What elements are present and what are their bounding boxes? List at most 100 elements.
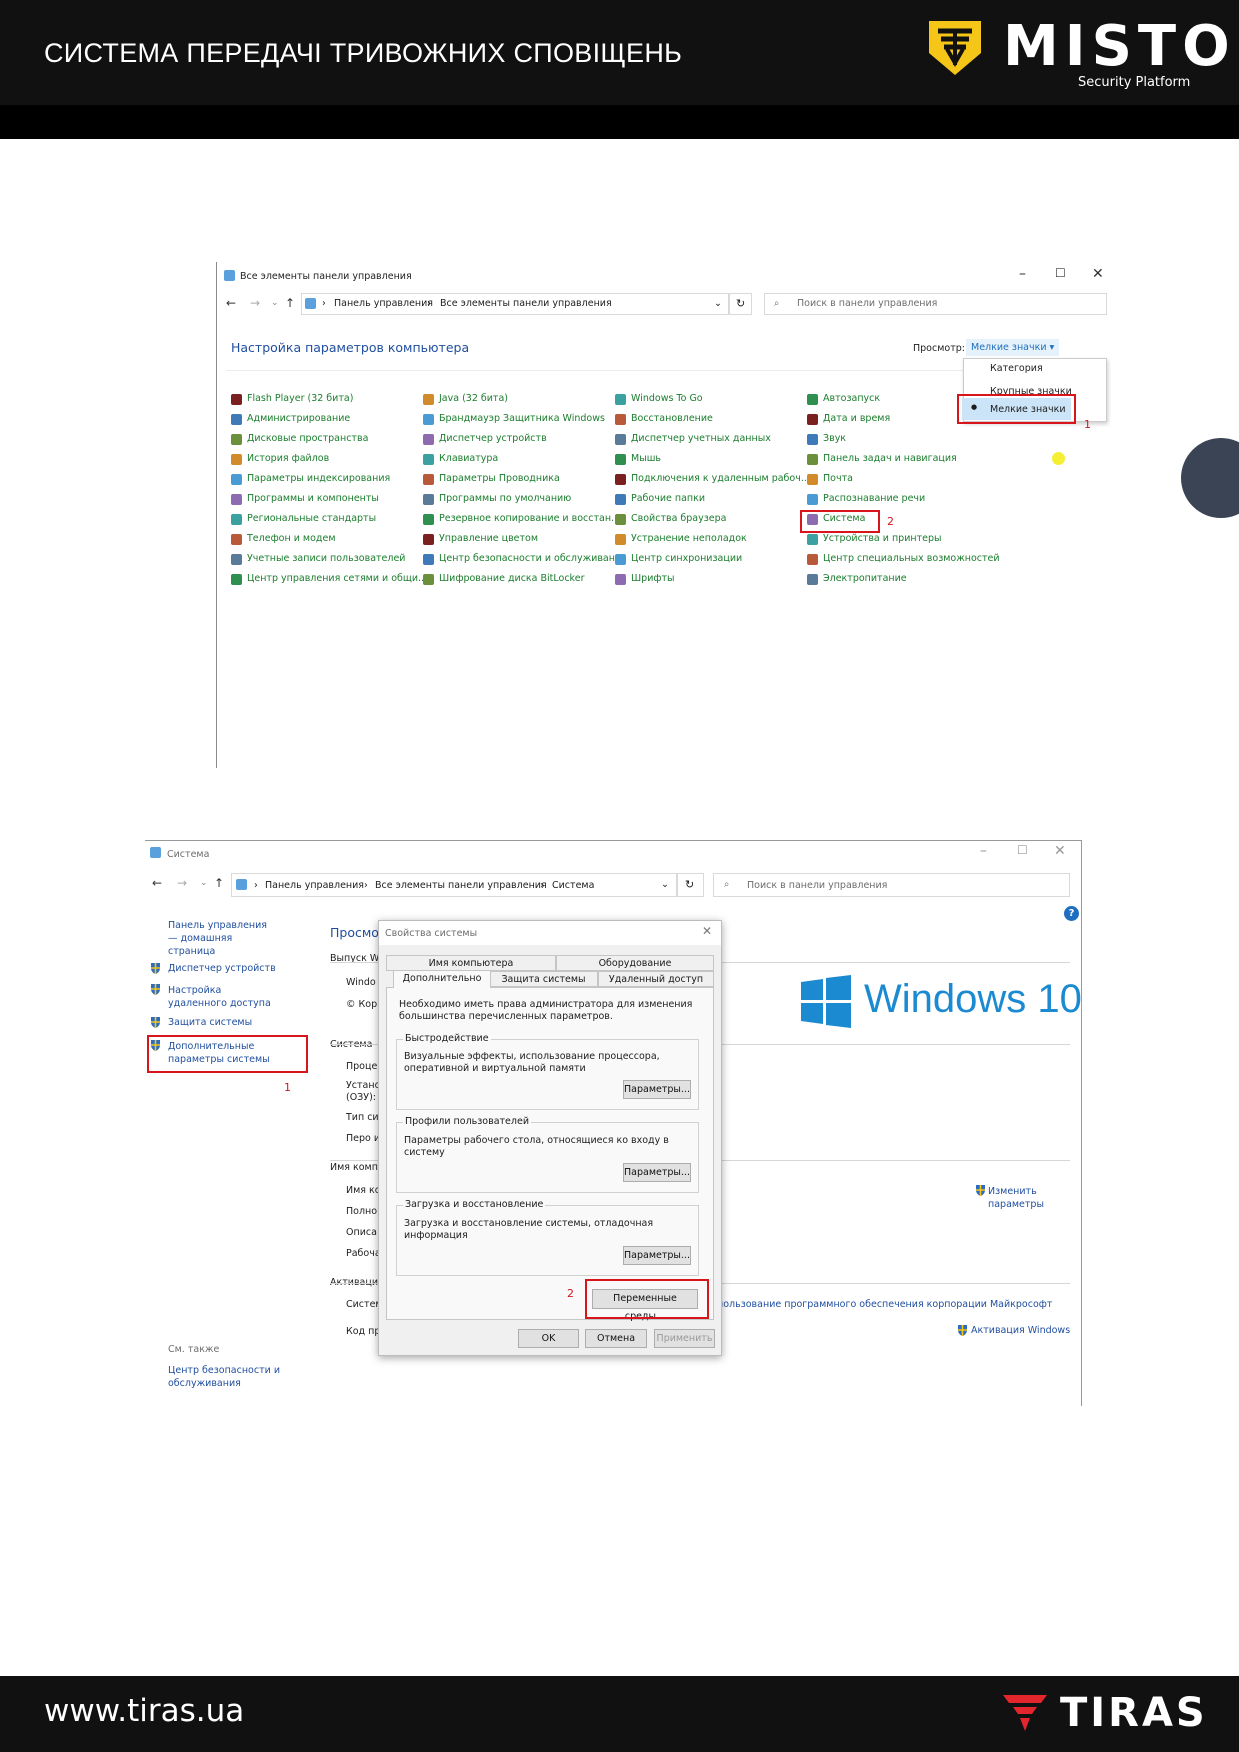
control-panel-item[interactable]: Центр безопасности и обслуживан...	[439, 553, 624, 564]
control-panel-item[interactable]: Мышь	[631, 453, 661, 464]
control-panel-item[interactable]: Распознавание речи	[823, 493, 925, 504]
footer-url[interactable]: www.tiras.ua	[44, 1693, 244, 1729]
control-panel-item[interactable]: Шифрование диска BitLocker	[439, 573, 584, 584]
step-marker: 1	[1084, 418, 1091, 431]
back-arrow-icon[interactable]: ←	[226, 296, 236, 310]
ok-button[interactable]: OK	[518, 1329, 579, 1348]
tab-advanced[interactable]: Дополнительно	[393, 970, 491, 988]
breadcrumb-item[interactable]: Система	[552, 880, 594, 891]
control-panel-item[interactable]: Диспетчер устройств	[439, 433, 547, 444]
license-link[interactable]: пользование программного обеспечения кор…	[717, 1299, 1052, 1310]
control-panel-item-icon	[807, 394, 818, 405]
control-panel-item-icon	[615, 514, 626, 525]
control-panel-item[interactable]: Параметры Проводника	[439, 473, 560, 484]
minimize-icon[interactable]: –	[1019, 266, 1026, 282]
back-arrow-icon[interactable]: ←	[152, 876, 162, 890]
control-panel-item[interactable]: Рабочие папки	[631, 493, 705, 504]
minimize-icon[interactable]: –	[980, 843, 987, 859]
sidebar-item-remote-settings[interactable]: Настройка удаленного доступа	[168, 984, 278, 1010]
view-dropdown[interactable]: Мелкие значки ▾	[966, 339, 1060, 356]
activation-link[interactable]: Активация Windows	[971, 1325, 1070, 1336]
control-panel-item[interactable]: Java (32 бита)	[439, 393, 508, 404]
see-also-security-link[interactable]: Центр безопасности и обслуживания	[168, 1364, 288, 1390]
recent-chevron-icon[interactable]: ⌄	[271, 298, 279, 308]
windows-logo-icon	[801, 975, 851, 1028]
control-panel-item[interactable]: Панель задач и навигация	[823, 453, 957, 464]
control-panel-item[interactable]: Восстановление	[631, 413, 713, 424]
up-arrow-icon[interactable]: ↑	[285, 296, 295, 310]
control-panel-item-icon	[423, 394, 434, 405]
control-panel-item[interactable]: Управление цветом	[439, 533, 538, 544]
chevron-down-icon[interactable]: ⌄	[661, 879, 669, 890]
group-title: Быстродействие	[403, 1033, 491, 1044]
up-arrow-icon[interactable]: ↑	[214, 876, 224, 890]
cancel-button[interactable]: Отмена	[585, 1329, 647, 1348]
control-panel-item[interactable]: Клавиатура	[439, 453, 498, 464]
control-panel-item[interactable]: Почта	[823, 473, 853, 484]
control-panel-item[interactable]: Центр синхронизации	[631, 553, 742, 564]
breadcrumb-sep-icon: ›	[364, 880, 368, 891]
control-panel-item[interactable]: Устранение неполадок	[631, 533, 747, 544]
help-icon[interactable]: ?	[1064, 906, 1079, 921]
change-settings-link[interactable]: Изменить параметры	[988, 1185, 1058, 1211]
profiles-settings-button[interactable]: Параметры...	[623, 1163, 691, 1182]
control-panel-item-icon	[231, 494, 242, 505]
system-info-row: Проце	[346, 1061, 378, 1072]
control-panel-item[interactable]: Windows To Go	[631, 393, 703, 404]
tab-remote[interactable]: Удаленный доступ	[598, 971, 714, 987]
system-info-row: Windo	[346, 977, 376, 988]
control-panel-item[interactable]: Свойства браузера	[631, 513, 727, 524]
apply-button[interactable]: Применить	[654, 1329, 715, 1348]
tab-computer-name[interactable]: Имя компьютера	[386, 955, 556, 971]
view-menu-item[interactable]: Категория	[990, 363, 1043, 374]
forward-arrow-icon[interactable]: →	[250, 296, 260, 310]
control-panel-item[interactable]: Подключения к удаленным рабоч...	[631, 473, 810, 484]
control-panel-item[interactable]: Региональные стандарты	[247, 513, 376, 524]
system-info-row: Перо и	[346, 1133, 381, 1144]
control-panel-item[interactable]: История файлов	[247, 453, 329, 464]
control-panel-item[interactable]: Центр специальных возможностей	[823, 553, 1000, 564]
control-panel-item[interactable]: Параметры индексирования	[247, 473, 390, 484]
control-panel-item[interactable]: Flash Player (32 бита)	[247, 393, 353, 404]
control-panel-item[interactable]: Шрифты	[631, 573, 675, 584]
dialog-close-icon[interactable]: ✕	[702, 924, 712, 938]
control-panel-item[interactable]: Диспетчер учетных данных	[631, 433, 771, 444]
maximize-icon[interactable]: ☐	[1055, 266, 1066, 280]
system-info-row: Имя ко	[346, 1185, 381, 1196]
control-panel-item[interactable]: Телефон и модем	[247, 533, 335, 544]
control-panel-item[interactable]: Программы и компоненты	[247, 493, 379, 504]
chevron-down-icon[interactable]: ⌄	[714, 298, 722, 309]
breadcrumb-item[interactable]: Панель управления	[334, 298, 433, 309]
forward-arrow-icon[interactable]: →	[177, 876, 187, 890]
control-panel-item[interactable]: Дата и время	[823, 413, 890, 424]
close-icon[interactable]: ✕	[1092, 266, 1104, 282]
startup-settings-button[interactable]: Параметры...	[623, 1246, 691, 1265]
control-panel-item[interactable]: Звук	[823, 433, 846, 444]
sidebar-home-link[interactable]: Панель управления — домашняя страница	[168, 919, 278, 958]
system-info-row: Код пр	[346, 1326, 381, 1337]
control-panel-item[interactable]: Автозапуск	[823, 393, 880, 404]
control-panel-item[interactable]: Администрирование	[247, 413, 350, 424]
sidebar-item-device-manager[interactable]: Диспетчер устройств	[168, 963, 276, 974]
sidebar-item-system-protection[interactable]: Защита системы	[168, 1017, 252, 1028]
misto-logo-text: MISTO	[1003, 14, 1236, 79]
control-panel-item[interactable]: Устройства и принтеры	[823, 533, 942, 544]
control-panel-item[interactable]: Программы по умолчанию	[439, 493, 571, 504]
control-panel-item[interactable]: Брандмауэр Защитника Windows	[439, 413, 605, 424]
control-panel-item[interactable]: Центр управления сетями и общи...	[247, 573, 427, 584]
see-also-label: См. также	[168, 1344, 220, 1355]
maximize-icon[interactable]: ☐	[1017, 843, 1028, 857]
control-panel-item[interactable]: Электропитание	[823, 573, 907, 584]
breadcrumb-item[interactable]: Все элементы панели управления	[440, 298, 612, 309]
tab-hardware[interactable]: Оборудование	[556, 955, 714, 971]
control-panel-item-icon	[807, 494, 818, 505]
performance-settings-button[interactable]: Параметры...	[623, 1080, 691, 1099]
control-panel-item[interactable]: Учетные записи пользователей	[247, 553, 405, 564]
tab-system-protection[interactable]: Защита системы	[489, 971, 598, 987]
breadcrumb-item[interactable]: Панель управления	[265, 880, 364, 891]
recent-chevron-icon[interactable]: ⌄	[200, 878, 208, 888]
breadcrumb-item[interactable]: Все элементы панели управления	[375, 880, 547, 891]
control-panel-item[interactable]: Дисковые пространства	[247, 433, 368, 444]
control-panel-item[interactable]: Резервное копирование и восстан...	[439, 513, 620, 524]
close-icon[interactable]: ✕	[1054, 843, 1066, 859]
